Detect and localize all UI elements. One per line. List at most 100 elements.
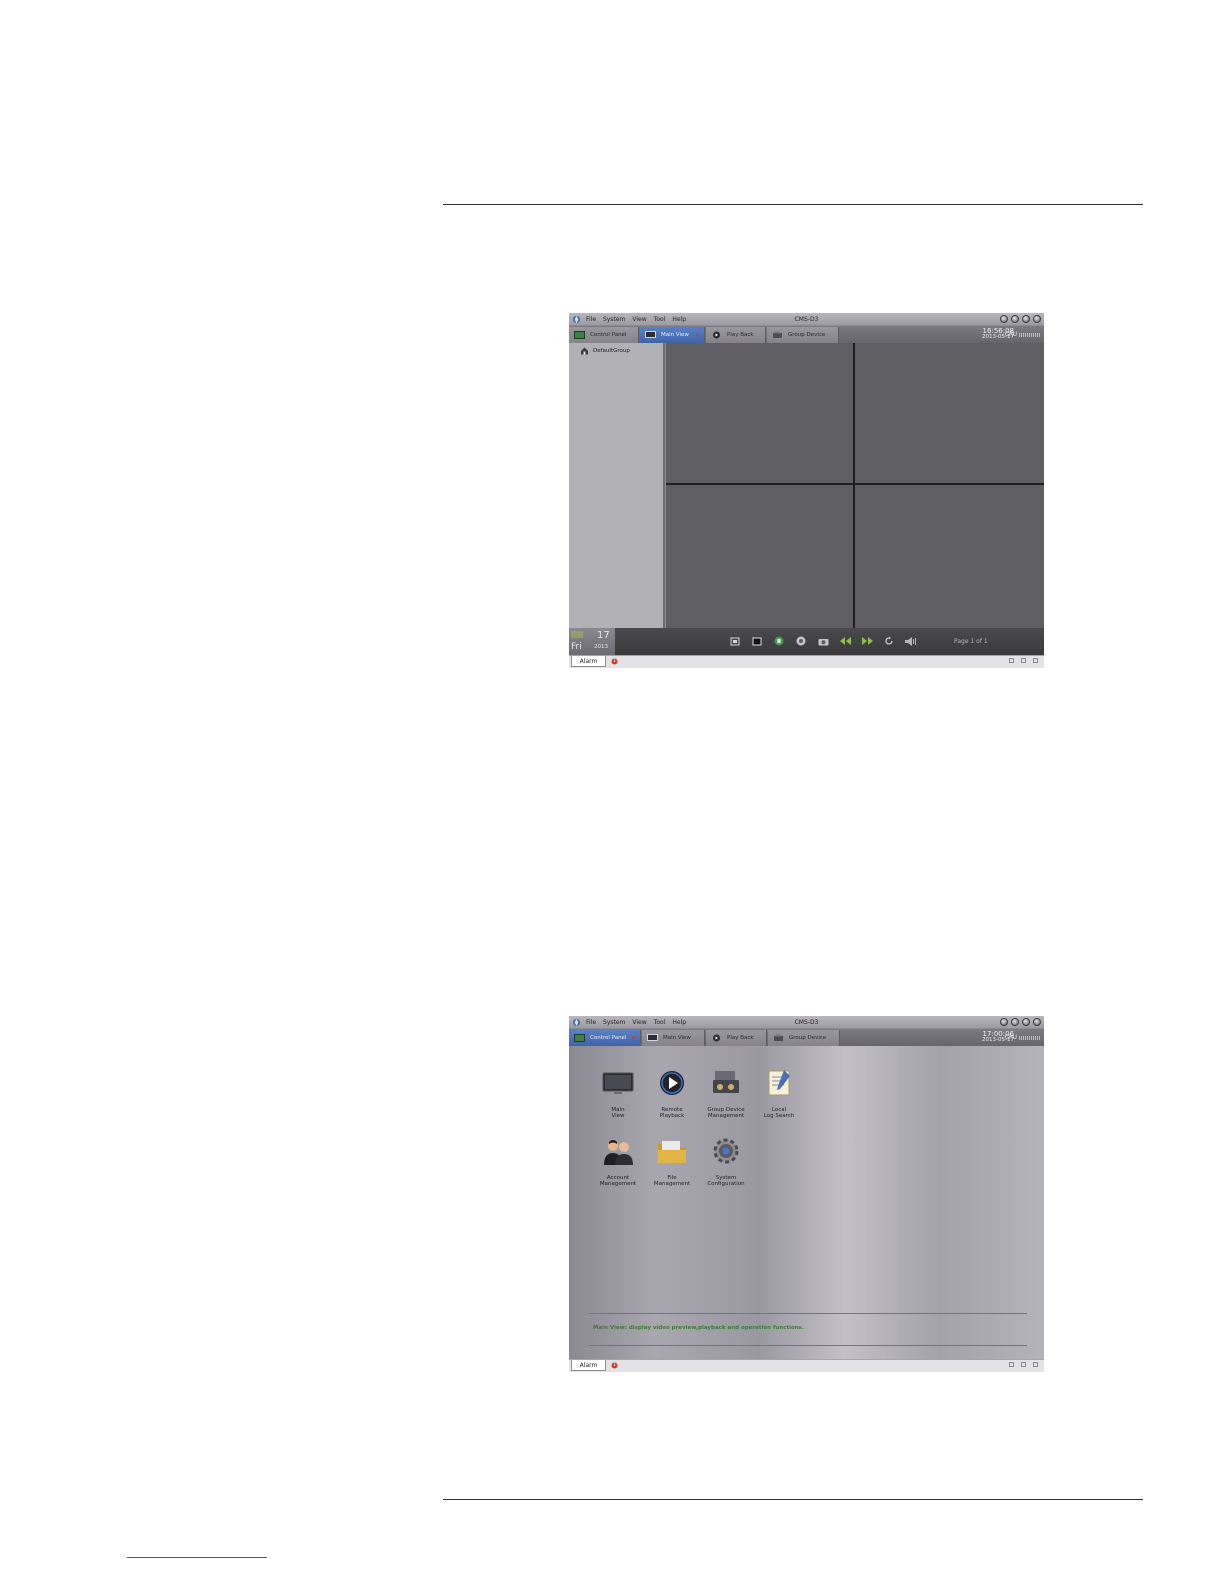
alarm-tab[interactable]: Alarm — [571, 1360, 606, 1371]
view-controls — [729, 636, 917, 646]
tab-label: Control Panel — [590, 1035, 627, 1041]
monitor-icon — [647, 1034, 658, 1041]
menu-system[interactable]: System — [603, 316, 625, 323]
divider-bottom — [589, 1345, 1027, 1346]
cpu-meter: CPU — [1005, 331, 1041, 338]
gear-icon — [713, 1138, 739, 1164]
video-cell-3[interactable] — [666, 485, 853, 628]
device-management-icon — [713, 1071, 739, 1093]
tab-main-view[interactable]: Main View ✕ — [640, 327, 705, 343]
status-bar: Alarm — [569, 655, 1044, 668]
app-main-view[interactable]: Main View — [590, 1067, 646, 1120]
close-tab-icon[interactable]: ✕ — [631, 1035, 636, 1042]
tab-label: Group Device — [789, 1035, 827, 1041]
tab-control-panel[interactable]: Control Panel — [569, 327, 639, 343]
playback-icon — [713, 1034, 720, 1042]
ptz-icon[interactable] — [795, 636, 807, 646]
app-label-line2: Management — [599, 1181, 637, 1187]
next-page-icon[interactable] — [861, 636, 873, 646]
app-logo-icon — [571, 314, 581, 324]
close-tab-icon[interactable]: ✕ — [695, 332, 700, 339]
window-controls — [1000, 315, 1041, 323]
menu-help[interactable]: Help — [672, 316, 686, 323]
minimize-button[interactable] — [1011, 1018, 1019, 1026]
window-icon[interactable] — [1021, 658, 1026, 663]
tab-main-view[interactable]: Main View — [642, 1030, 705, 1046]
device-icon — [773, 331, 782, 338]
alarm-icon[interactable] — [611, 658, 618, 665]
alarm-icon[interactable] — [611, 1362, 618, 1369]
maximize-button[interactable] — [1022, 1018, 1030, 1026]
volume-icon[interactable] — [905, 636, 917, 646]
calendar-weekday: Fri — [571, 642, 582, 652]
menu-view[interactable]: View — [632, 316, 646, 323]
app-logo-icon — [571, 1017, 581, 1027]
maximize-button[interactable] — [1022, 315, 1030, 323]
app-label-line2: Playback — [659, 1113, 685, 1119]
tab-play-back[interactable]: Play Back — [706, 1030, 767, 1046]
title-bar: File System View Tool Help CMS-D3 — [569, 313, 1044, 325]
close-button[interactable] — [1033, 315, 1041, 323]
footer-rule — [443, 1499, 1143, 1500]
header-rule — [443, 204, 1143, 205]
refresh-icon[interactable] — [883, 636, 895, 646]
menu-file[interactable]: File — [586, 1019, 596, 1026]
menu-view[interactable]: View — [632, 1019, 646, 1026]
calendar-widget: 17 Fri 2013 — [569, 628, 615, 655]
app-remote-playback[interactable]: Remote Playback — [644, 1067, 700, 1120]
close-button[interactable] — [1033, 1018, 1041, 1026]
app-label-line2: Log Search — [763, 1113, 795, 1119]
tab-label: Play Back — [727, 1035, 754, 1041]
menu-help[interactable]: Help — [672, 1019, 686, 1026]
tab-play-back[interactable]: Play Back — [706, 327, 766, 343]
snapshot-icon[interactable] — [817, 636, 829, 646]
window-controls — [1000, 1018, 1041, 1026]
app-system-configuration[interactable]: System Configuration — [698, 1135, 754, 1188]
control-panel-icon — [574, 1034, 585, 1042]
settings-icon[interactable] — [1009, 1362, 1014, 1367]
divider-top — [589, 1313, 1027, 1314]
monitor-icon — [602, 1072, 634, 1094]
app-group-device-management[interactable]: Group Device Management — [698, 1067, 754, 1120]
settings-icon[interactable] — [1009, 658, 1014, 663]
tab-bar: Control Panel ✕ Main View Play Back Grou… — [569, 1029, 1044, 1046]
log-search-icon — [768, 1070, 790, 1096]
cpu-bars — [1019, 1035, 1041, 1040]
menu-tool[interactable]: Tool — [654, 1019, 666, 1026]
tab-label: Control Panel — [590, 332, 627, 338]
previous-page-icon[interactable] — [839, 636, 851, 646]
video-cell-1[interactable] — [666, 343, 853, 483]
info-icon[interactable] — [1033, 1362, 1038, 1367]
tab-label: Group Device — [788, 332, 826, 338]
single-view-icon[interactable] — [751, 636, 763, 646]
cms-window-control-panel: File System View Tool Help CMS-D3 Contro… — [569, 1016, 1044, 1372]
menu-bar: File System View Tool Help — [586, 1019, 686, 1026]
app-file-management[interactable]: File Management — [644, 1135, 700, 1188]
app-local-log-search[interactable]: Local Log Search — [751, 1067, 807, 1120]
tree-item-defaultgroup[interactable]: DefaultGroup — [580, 347, 630, 355]
lock-button[interactable] — [1000, 1018, 1008, 1026]
minimize-button[interactable] — [1011, 315, 1019, 323]
cpu-bars — [1019, 332, 1041, 337]
window-icon[interactable] — [1021, 1362, 1026, 1367]
app-label-line2: Management — [653, 1181, 691, 1187]
menu-file[interactable]: File — [586, 316, 596, 323]
alarm-tab[interactable]: Alarm — [571, 656, 606, 667]
fullscreen-icon[interactable] — [729, 636, 741, 646]
tab-label: Main View — [661, 332, 689, 338]
info-icon[interactable] — [1033, 658, 1038, 663]
video-cell-2[interactable] — [855, 343, 1044, 483]
menu-tool[interactable]: Tool — [654, 316, 666, 323]
record-icon[interactable] — [773, 636, 785, 646]
title-bar: File System View Tool Help CMS-D3 — [569, 1016, 1044, 1028]
app-account-management[interactable]: Account Management — [590, 1135, 646, 1188]
tab-group-device[interactable]: Group Device — [768, 1030, 840, 1046]
status-icons — [1009, 1362, 1038, 1367]
lock-button[interactable] — [1000, 315, 1008, 323]
tab-group-device[interactable]: Group Device — [767, 327, 839, 343]
tab-control-panel[interactable]: Control Panel ✕ — [569, 1030, 641, 1046]
video-cell-4[interactable] — [855, 485, 1044, 628]
cms-window-main-view: File System View Tool Help CMS-D3 Contro… — [569, 313, 1044, 668]
menu-system[interactable]: System — [603, 1019, 625, 1026]
footer-link-underline[interactable] — [127, 1557, 267, 1558]
